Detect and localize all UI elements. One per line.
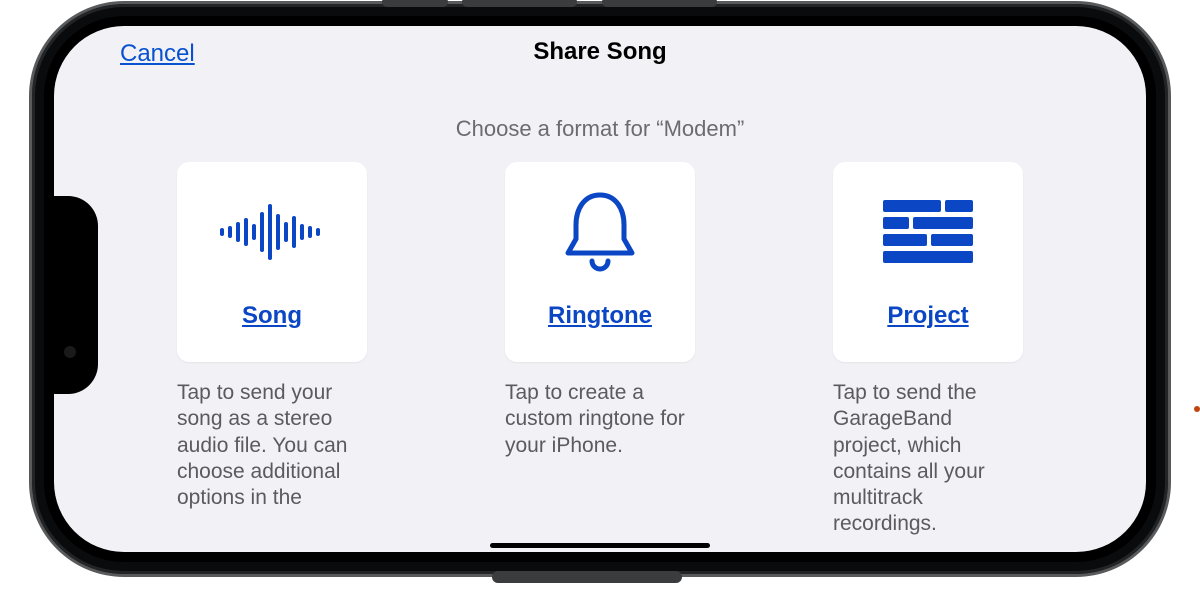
phone-mute-switch-indicator	[1194, 406, 1200, 412]
format-options: Song Tap to send your song as a stereo a…	[54, 162, 1146, 538]
project-description: Tap to send the GarageBand project, whic…	[833, 380, 1023, 538]
song-description: Tap to send your song as a stereo audio …	[177, 380, 367, 511]
project-label: Project	[887, 302, 968, 330]
page-title: Share Song	[54, 38, 1146, 66]
phone-notch	[54, 196, 98, 394]
phone-volume-up-button	[462, 0, 577, 7]
ringtone-label: Ringtone	[548, 302, 652, 330]
song-label: Song	[242, 302, 302, 330]
home-indicator[interactable]	[490, 543, 710, 548]
iphone-frame: Cancel Share Song Choose a format for “M…	[32, 4, 1168, 574]
tracks-icon	[883, 194, 973, 270]
song-option-card[interactable]: Song	[177, 162, 367, 362]
ringtone-description: Tap to create a custom ringtone for your…	[505, 380, 695, 459]
phone-volume-down-button	[602, 0, 717, 7]
phone-side-button	[382, 0, 448, 7]
phone-screen: Cancel Share Song Choose a format for “M…	[54, 26, 1146, 552]
navigation-bar: Cancel Share Song	[54, 32, 1146, 82]
waveform-icon	[212, 194, 332, 270]
phone-power-button	[492, 571, 682, 583]
project-option-card[interactable]: Project	[833, 162, 1023, 362]
bell-icon	[560, 194, 640, 270]
phone-camera	[64, 346, 76, 358]
ringtone-option-card[interactable]: Ringtone	[505, 162, 695, 362]
subtitle-label: Choose a format for “Modem”	[54, 116, 1146, 142]
